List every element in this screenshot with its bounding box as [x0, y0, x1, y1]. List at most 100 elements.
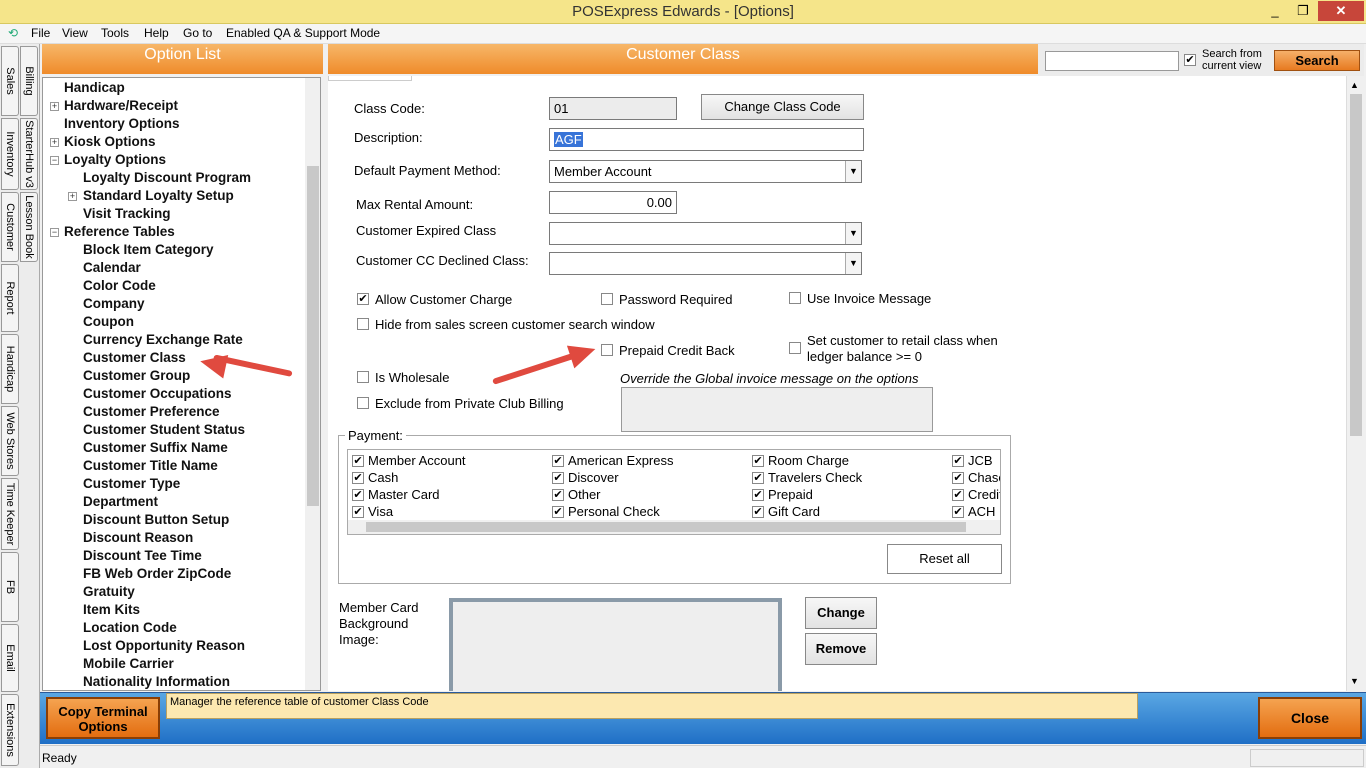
- payment-checkbox[interactable]: ✔: [752, 472, 764, 484]
- remove-image-button[interactable]: Remove: [805, 633, 877, 665]
- tree-item-mobile-carrier[interactable]: Mobile Carrier: [83, 656, 174, 671]
- side-tab-report[interactable]: Report: [1, 264, 19, 332]
- tree-item-hardware-receipt[interactable]: Hardware/Receipt: [64, 98, 178, 113]
- side-tab-time-keeper[interactable]: Time Keeper: [1, 478, 19, 550]
- payment-checkbox[interactable]: ✔: [552, 489, 564, 501]
- payment-checkbox[interactable]: ✔: [352, 472, 364, 484]
- tree-item-customer-preference[interactable]: Customer Preference: [83, 404, 220, 419]
- side-tab-web-stores[interactable]: Web Stores: [1, 406, 19, 476]
- tree-item-kiosk-options[interactable]: Kiosk Options: [64, 134, 156, 149]
- search-input[interactable]: [1045, 51, 1179, 71]
- set-retail-checkbox[interactable]: [789, 342, 801, 354]
- tree-item-calendar[interactable]: Calendar: [83, 260, 141, 275]
- payment-checkbox[interactable]: ✔: [352, 506, 364, 518]
- main-scroll-thumb[interactable]: [1350, 94, 1362, 436]
- change-class-code-button[interactable]: Change Class Code: [701, 94, 864, 120]
- is-wholesale-checkbox[interactable]: [357, 371, 369, 383]
- collapse-icon[interactable]: −: [50, 228, 59, 237]
- tree-item-customer-group[interactable]: Customer Group: [83, 368, 190, 383]
- menu-tools[interactable]: Tools: [101, 26, 129, 40]
- tree-item-customer-suffix[interactable]: Customer Suffix Name: [83, 440, 228, 455]
- side-tab-billing[interactable]: Billing: [20, 46, 38, 116]
- expired-class-select[interactable]: ▼: [549, 222, 862, 245]
- expand-icon[interactable]: +: [50, 102, 59, 111]
- tree-scroll-thumb[interactable]: [307, 166, 319, 506]
- tree-item-color-code[interactable]: Color Code: [83, 278, 156, 293]
- tree-item-department[interactable]: Department: [83, 494, 158, 509]
- close-button[interactable]: Close: [1258, 697, 1362, 739]
- tree-item-company[interactable]: Company: [83, 296, 145, 311]
- tree-item-customer-class[interactable]: Customer Class: [83, 350, 186, 365]
- use-invoice-message-checkbox[interactable]: [789, 292, 801, 304]
- payment-hscroll-thumb[interactable]: [366, 522, 966, 532]
- menu-help[interactable]: Help: [144, 26, 169, 40]
- tree-item-loyalty-options[interactable]: Loyalty Options: [64, 152, 166, 167]
- prepaid-credit-back-checkbox[interactable]: [601, 344, 613, 356]
- payment-checkbox[interactable]: ✔: [952, 472, 964, 484]
- collapse-icon[interactable]: −: [50, 156, 59, 165]
- tree-item-loyalty-discount[interactable]: Loyalty Discount Program: [83, 170, 251, 185]
- payment-hscrollbar[interactable]: [348, 520, 1000, 534]
- payment-checkbox[interactable]: ✔: [752, 455, 764, 467]
- tree-item-visit-tracking[interactable]: Visit Tracking: [83, 206, 171, 221]
- tree-item-customer-occupations[interactable]: Customer Occupations: [83, 386, 232, 401]
- cc-declined-select[interactable]: ▼: [549, 252, 862, 275]
- allow-charge-checkbox[interactable]: ✔: [357, 293, 369, 305]
- default-payment-select[interactable]: Member Account ▼: [549, 160, 862, 183]
- expand-icon[interactable]: +: [68, 192, 77, 201]
- change-image-button[interactable]: Change: [805, 597, 877, 629]
- tree-item-handicap[interactable]: Handicap: [64, 80, 125, 95]
- menu-file[interactable]: File: [31, 26, 50, 40]
- chevron-down-icon[interactable]: ▼: [845, 161, 861, 182]
- side-tab-starterhub[interactable]: StarterHub v3: [20, 118, 38, 190]
- payment-checkbox[interactable]: ✔: [952, 506, 964, 518]
- chevron-down-icon[interactable]: ▼: [845, 223, 861, 244]
- tree-item-nationality[interactable]: Nationality Information: [83, 674, 230, 689]
- payment-checkbox[interactable]: ✔: [952, 489, 964, 501]
- restore-button[interactable]: ❐: [1290, 1, 1316, 21]
- side-tab-customer[interactable]: Customer: [1, 192, 19, 262]
- main-scrollbar[interactable]: ▲ ▼: [1346, 76, 1364, 691]
- chevron-down-icon[interactable]: ▼: [845, 253, 861, 274]
- tree-item-discount-button-setup[interactable]: Discount Button Setup: [83, 512, 229, 527]
- payment-checkbox[interactable]: ✔: [352, 455, 364, 467]
- search-button[interactable]: Search: [1274, 50, 1360, 71]
- payment-checkbox[interactable]: ✔: [752, 506, 764, 518]
- tree-item-item-kits[interactable]: Item Kits: [83, 602, 140, 617]
- payment-checkbox[interactable]: ✔: [752, 489, 764, 501]
- tree-item-customer-student-status[interactable]: Customer Student Status: [83, 422, 245, 437]
- side-tab-handicap[interactable]: Handicap: [1, 334, 19, 404]
- tree-item-block-item-category[interactable]: Block Item Category: [83, 242, 214, 257]
- menu-view[interactable]: View: [62, 26, 88, 40]
- exclude-private-checkbox[interactable]: [357, 397, 369, 409]
- menu-goto[interactable]: Go to: [183, 26, 212, 40]
- tree-item-customer-type[interactable]: Customer Type: [83, 476, 180, 491]
- side-tab-lesson-book[interactable]: Lesson Book: [20, 192, 38, 262]
- tree-item-lost-opportunity[interactable]: Lost Opportunity Reason: [83, 638, 245, 653]
- override-message-field[interactable]: [621, 387, 933, 432]
- tree-item-coupon[interactable]: Coupon: [83, 314, 134, 329]
- hide-from-search-checkbox[interactable]: [357, 318, 369, 330]
- menu-qa-support[interactable]: Enabled QA & Support Mode: [226, 26, 380, 40]
- description-field[interactable]: AGF: [549, 128, 864, 151]
- payment-checkbox[interactable]: ✔: [952, 455, 964, 467]
- payment-checkbox[interactable]: ✔: [552, 472, 564, 484]
- payment-checkbox[interactable]: ✔: [552, 455, 564, 467]
- tree-item-customer-title[interactable]: Customer Title Name: [83, 458, 218, 473]
- copy-terminal-options-button[interactable]: Copy Terminal Options: [46, 697, 160, 739]
- tree-item-fb-web-order-zipcode[interactable]: FB Web Order ZipCode: [83, 566, 231, 581]
- search-current-view-checkbox[interactable]: ✔: [1184, 54, 1196, 66]
- minimize-button[interactable]: _: [1262, 1, 1288, 21]
- tree-item-location-code[interactable]: Location Code: [83, 620, 177, 635]
- max-rental-field[interactable]: 0.00: [549, 191, 677, 214]
- chevron-down-icon[interactable]: ▼: [1350, 676, 1359, 686]
- side-tab-sales[interactable]: Sales: [1, 46, 19, 116]
- chevron-up-icon[interactable]: ▲: [1350, 80, 1359, 90]
- payment-checkbox[interactable]: ✔: [552, 506, 564, 518]
- side-tab-fb[interactable]: FB: [1, 552, 19, 622]
- tree-item-discount-tee-time[interactable]: Discount Tee Time: [83, 548, 202, 563]
- tree-item-standard-loyalty[interactable]: Standard Loyalty Setup: [83, 188, 234, 203]
- side-tab-inventory[interactable]: Inventory: [1, 118, 19, 190]
- tree-item-discount-reason[interactable]: Discount Reason: [83, 530, 193, 545]
- payment-checkbox[interactable]: ✔: [352, 489, 364, 501]
